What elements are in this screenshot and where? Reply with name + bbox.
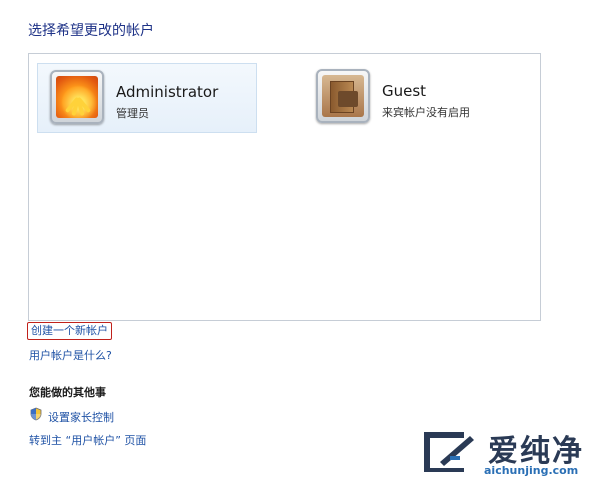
watermark-logo-icon [424, 432, 474, 472]
account-role: 管理员 [116, 107, 149, 120]
create-account-link[interactable]: 创建一个新帐户 [27, 322, 112, 340]
administrator-avatar [50, 70, 104, 124]
other-tasks-heading: 您能做的其他事 [29, 386, 106, 399]
guest-avatar [316, 69, 370, 123]
what-is-account-link[interactable]: 用户帐户是什么? [29, 347, 112, 363]
watermark-url: aichunjing.com [484, 464, 579, 477]
account-role: 来宾帐户没有启用 [382, 106, 470, 119]
parental-controls-link[interactable]: 设置家长控制 [48, 409, 114, 425]
accounts-list: Administrator 管理员 Guest 来宾帐户没有启用 [28, 53, 541, 321]
account-name: Guest [382, 82, 427, 100]
orange-flower-icon [56, 76, 98, 118]
account-tile-administrator[interactable]: Administrator 管理员 [37, 63, 257, 133]
suitcase-door-icon [322, 75, 364, 117]
account-name: Administrator [116, 83, 219, 101]
page-title: 选择希望更改的帐户 [28, 23, 154, 39]
watermark: 爱纯净 aichunjing.com [418, 428, 606, 480]
shield-icon [30, 407, 42, 421]
account-tile-guest[interactable]: Guest 来宾帐户没有启用 [304, 63, 524, 133]
main-user-accounts-link[interactable]: 转到主 “用户帐户” 页面 [29, 432, 146, 448]
